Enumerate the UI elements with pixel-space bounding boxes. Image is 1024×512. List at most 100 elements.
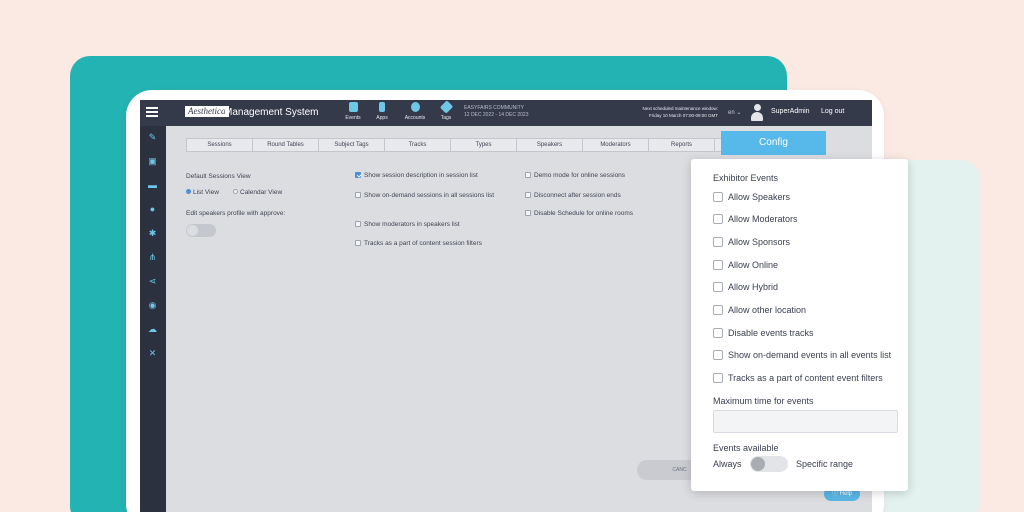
bed-icon[interactable]: ▬ xyxy=(148,181,157,190)
nav-tags-label: Tags xyxy=(440,115,452,121)
nav-apps[interactable]: Apps xyxy=(367,102,397,121)
option-allow-other-location[interactable]: Allow other location xyxy=(713,304,806,316)
radio-on-icon xyxy=(186,189,191,194)
avatar[interactable] xyxy=(751,103,763,121)
edit-profile-label: Edit speakers profile with approve: xyxy=(186,210,286,217)
maintenance-line1: Next scheduled maintenance window: xyxy=(642,106,718,111)
user-name[interactable]: SuperAdmin xyxy=(771,108,810,115)
option-label: Allow Sponsors xyxy=(728,237,791,247)
option-demo-mode[interactable]: Demo mode for online sessions xyxy=(525,172,625,180)
group-icon[interactable]: ● xyxy=(148,205,157,214)
option-show-on-demand-events[interactable]: Show on-demand events in all events list xyxy=(713,349,891,361)
tab-types[interactable]: Types xyxy=(450,138,516,152)
checkbox-icon xyxy=(525,192,531,198)
option-label: Show on-demand sessions in all sessions … xyxy=(364,192,495,199)
events-available-label: Events available xyxy=(713,443,779,453)
option-tracks-event-filters[interactable]: Tracks as a part of content event filter… xyxy=(713,372,883,384)
events-available-toggle[interactable] xyxy=(750,456,788,472)
tab-round-tables[interactable]: Round Tables xyxy=(252,138,318,152)
option-label: Tracks as a part of content session filt… xyxy=(364,240,482,247)
option-allow-moderators[interactable]: Allow Moderators xyxy=(713,213,798,225)
checkbox-icon xyxy=(713,373,723,383)
exhibitor-events-panel: Exhibitor Events Allow Speakers Allow Mo… xyxy=(691,159,908,491)
tab-speakers[interactable]: Speakers xyxy=(516,138,582,152)
pencil-icon[interactable]: ✎ xyxy=(148,133,157,142)
gear-icon[interactable]: ✱ xyxy=(148,229,157,238)
radio-list-view[interactable]: List View xyxy=(186,189,219,197)
option-label: Show on-demand events in all events list xyxy=(728,350,892,360)
toggle-left-label: Always xyxy=(713,459,742,469)
option-label: Tracks as a part of content event filter… xyxy=(728,373,883,383)
option-allow-sponsors[interactable]: Allow Sponsors xyxy=(713,236,790,248)
option-disable-events-tracks[interactable]: Disable events tracks xyxy=(713,327,814,339)
option-allow-online[interactable]: Allow Online xyxy=(713,259,778,271)
checkbox-icon xyxy=(713,260,723,270)
toggle-knob xyxy=(751,457,765,471)
edit-profile-toggle[interactable] xyxy=(186,224,216,237)
tab-sessions[interactable]: Sessions xyxy=(186,138,252,152)
checkbox-icon xyxy=(525,210,531,216)
option-tracks-filters[interactable]: Tracks as a part of content session filt… xyxy=(355,240,482,248)
radio-calendar-view[interactable]: Calendar View xyxy=(233,189,282,197)
sidebar: ✎ ▣ ▬ ● ✱ ⋔ ⋖ ◉ ☁ ✕ xyxy=(140,126,166,512)
event-info[interactable]: EASYFAIRS COMMUNITY 12 DEC 2022 - 14 DEC… xyxy=(464,105,528,119)
radio-list-label: List View xyxy=(193,189,219,196)
checkbox-icon xyxy=(355,240,361,246)
maintenance-notice: Next scheduled maintenance window: Frida… xyxy=(634,105,718,119)
option-label: Allow other location xyxy=(728,305,807,315)
brand-logo: Aesthetica xyxy=(185,106,229,117)
nav-events-label: Events xyxy=(345,115,361,121)
app-title: Management System xyxy=(224,107,319,118)
mobile-icon xyxy=(379,102,385,112)
share-icon[interactable]: ⋖ xyxy=(148,277,157,286)
briefcase-icon[interactable]: ▣ xyxy=(148,157,157,166)
tab-subject-tags[interactable]: Subject Tags xyxy=(318,138,384,152)
cloud-icon[interactable]: ☁ xyxy=(148,325,157,334)
calendar-icon xyxy=(348,102,358,112)
tools-icon[interactable]: ✕ xyxy=(148,349,157,358)
hierarchy-icon[interactable]: ⋔ xyxy=(148,253,157,262)
language-value: en xyxy=(728,110,735,116)
checkbox-icon xyxy=(713,328,723,338)
option-label: Disable Schedule for online rooms xyxy=(534,210,633,217)
max-time-input[interactable] xyxy=(713,410,898,433)
language-select[interactable]: en ⌄ xyxy=(728,109,741,116)
option-show-description[interactable]: Show session description in session list xyxy=(355,172,478,180)
tab-tracks[interactable]: Tracks xyxy=(384,138,450,152)
tag-icon xyxy=(439,100,453,114)
option-show-moderators[interactable]: Show moderators in speakers list xyxy=(355,221,460,229)
option-allow-speakers[interactable]: Allow Speakers xyxy=(713,191,790,203)
tab-bar: Sessions Round Tables Subject Tags Track… xyxy=(186,138,808,152)
option-label: Disconnect after session ends xyxy=(534,192,621,199)
chevron-down-icon: ⌄ xyxy=(736,110,742,116)
nav-events[interactable]: Events xyxy=(338,102,368,121)
tab-moderators[interactable]: Moderators xyxy=(582,138,648,152)
nav-apps-label: Apps xyxy=(376,115,388,121)
option-label: Allow Speakers xyxy=(728,192,791,202)
radio-off-icon xyxy=(233,189,238,194)
logout-link[interactable]: Log out xyxy=(821,108,844,115)
option-label: Show session description in session list xyxy=(364,172,478,179)
option-label: Allow Hybrid xyxy=(728,282,779,292)
checkbox-icon xyxy=(713,214,723,224)
max-time-label: Maximum time for events xyxy=(713,396,814,406)
tab-reports[interactable]: Reports xyxy=(648,138,714,152)
option-disconnect[interactable]: Disconnect after session ends xyxy=(525,192,621,200)
panel-heading: Exhibitor Events xyxy=(713,173,779,183)
badge-icon[interactable]: ◉ xyxy=(148,301,157,310)
option-show-on-demand[interactable]: Show on-demand sessions in all sessions … xyxy=(355,192,510,200)
event-name: EASYFAIRS COMMUNITY xyxy=(464,105,525,111)
nav-tags[interactable]: Tags xyxy=(431,100,461,121)
option-disable-schedule[interactable]: Disable Schedule for online rooms xyxy=(525,210,633,218)
checkbox-checked-icon xyxy=(355,172,361,178)
option-label: Show moderators in speakers list xyxy=(364,221,460,228)
tab-config[interactable]: Config xyxy=(721,131,826,155)
option-allow-hybrid[interactable]: Allow Hybrid xyxy=(713,281,778,293)
toggle-right-label: Specific range xyxy=(796,459,854,469)
person-icon xyxy=(410,102,420,112)
radio-calendar-label: Calendar View xyxy=(240,189,283,196)
default-view-label: Default Sessions View xyxy=(186,173,251,180)
option-label: Disable events tracks xyxy=(728,328,814,338)
menu-icon[interactable] xyxy=(146,107,158,117)
nav-accounts[interactable]: Accounts xyxy=(400,102,430,121)
